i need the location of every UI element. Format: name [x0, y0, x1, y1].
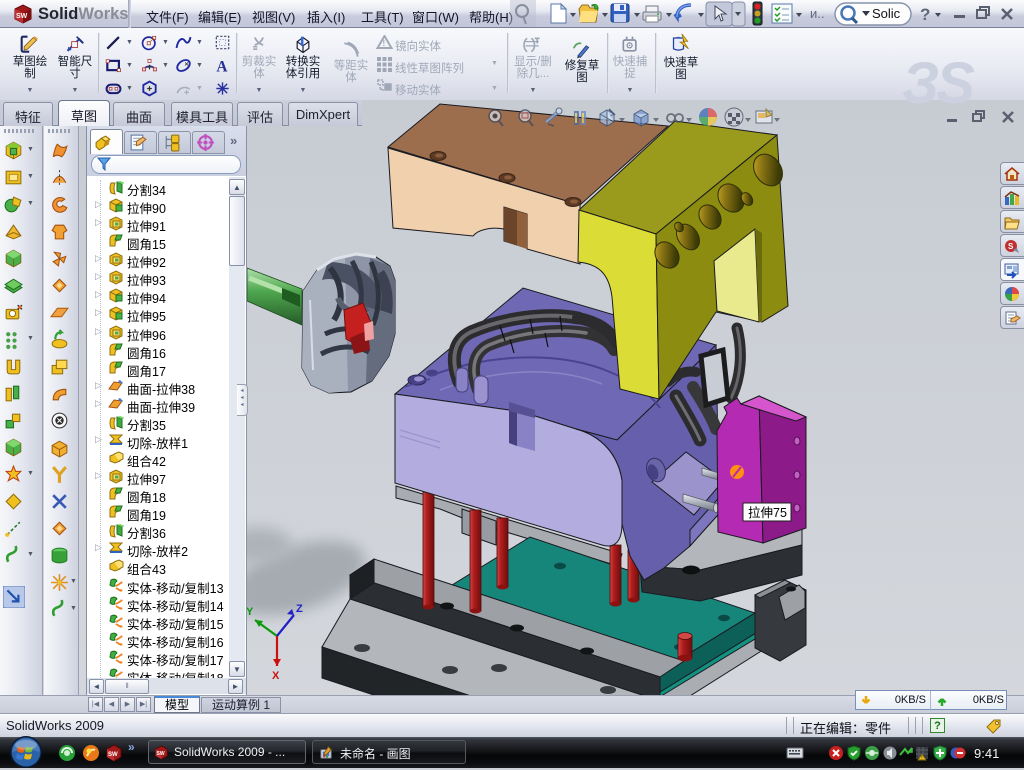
svg-text:SW: SW [108, 752, 118, 758]
svg-text:S: S [1008, 242, 1014, 251]
svg-text:и..: и.. [810, 6, 825, 21]
svg-text:拉伸75: 拉伸75 [748, 505, 787, 520]
svg-text:SW: SW [157, 751, 165, 757]
svg-text:SW: SW [16, 13, 28, 20]
svg-text:!: ! [921, 756, 922, 762]
svg-text:Y: Y [246, 606, 254, 618]
svg-text:Z: Z [296, 603, 303, 615]
svg-text:Solic: Solic [872, 6, 901, 21]
svg-text:X: X [272, 670, 280, 682]
svg-text:?: ? [920, 5, 930, 24]
svg-text:!: ! [383, 39, 386, 48]
